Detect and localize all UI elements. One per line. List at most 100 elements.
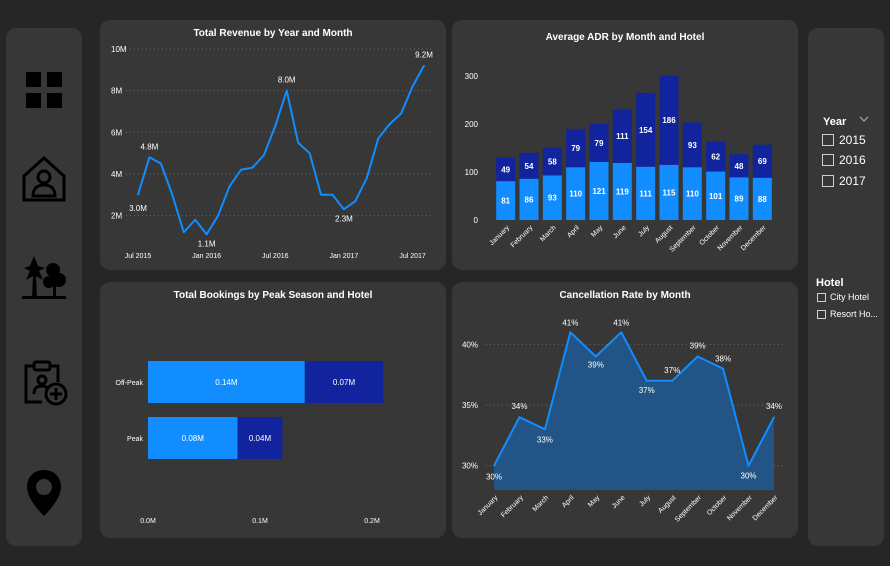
cancellation-point — [493, 464, 495, 467]
revenue-point — [320, 193, 322, 196]
cancellation-point — [696, 355, 699, 358]
hotel-option-resort[interactable]: Resort Ho... — [817, 309, 878, 319]
bar-value-label: 79 — [595, 139, 604, 148]
adr-chart-card: Average ADR by Month and Hotel 0 100 200 30… — [452, 20, 798, 270]
cancellation-point — [544, 428, 546, 431]
x-tick-label: February — [500, 494, 525, 519]
data-label: 33% — [537, 435, 553, 444]
revenue-point — [423, 64, 425, 67]
y-tick-label: 4M — [111, 170, 122, 179]
checkbox[interactable] — [817, 309, 826, 319]
revenue-line-chart[interactable]: 2M 4M 6M 8M 10M Jul 2015 Jan 2016 Jul 2016 Jan 2… — [100, 20, 446, 270]
revenue-point — [331, 193, 334, 196]
cancellation-area-chart[interactable]: 30% 35% 40% 30% 34% 33% 41% 39% 41% 37% 37% 39% 38% 3… — [452, 282, 798, 538]
chevron-down-icon[interactable] — [858, 112, 870, 130]
x-tick-label: June — [611, 494, 627, 510]
hotel-option-city[interactable]: City Hotel — [817, 292, 869, 302]
year-slicer-title: Year — [823, 116, 847, 128]
revenue-point — [400, 112, 402, 115]
bar-value-label: 81 — [501, 197, 510, 206]
hotel-slicer-title: Hotel — [816, 277, 844, 289]
x-tick-label: April — [566, 224, 581, 239]
x-tick-label: October — [699, 224, 722, 247]
revenue-point — [308, 152, 311, 154]
location-pin-icon[interactable] — [20, 468, 68, 516]
year-option-2015[interactable]: 2015 — [822, 133, 866, 147]
checkbox[interactable] — [822, 154, 834, 166]
revenue-line — [137, 65, 425, 236]
y-tick-label: 0 — [474, 216, 479, 225]
bar-value-label: 121 — [592, 187, 606, 196]
resort-trees-icon[interactable] — [20, 252, 68, 300]
y-tick-label: 8M — [111, 87, 122, 96]
x-tick-label: July — [637, 224, 651, 238]
booking-clipboard-add-icon[interactable] — [20, 358, 68, 406]
revenue-point — [274, 125, 277, 127]
bookings-chart-card: Total Bookings by Peak Season and Hotel … — [100, 282, 446, 538]
checkbox[interactable] — [822, 175, 834, 187]
data-label: 2.3M — [335, 214, 353, 223]
revenue-point — [411, 85, 414, 88]
bar-value-label: 186 — [662, 116, 676, 125]
hotel-option-label: City Hotel — [830, 292, 870, 302]
x-tick-label: April — [561, 494, 576, 509]
bar-value-label: 154 — [639, 126, 653, 135]
data-label: 9.2M — [415, 51, 433, 60]
bar-value-label: 48 — [735, 162, 744, 171]
adr-stacked-bar-chart[interactable]: 0 100 200 300 81 49 January 86 54 February 93 58 Mar… — [452, 20, 798, 270]
x-tick-label: September — [674, 494, 704, 524]
data-label: 39% — [690, 342, 706, 351]
x-tick-label: February — [510, 224, 535, 249]
revenue-point — [171, 193, 174, 196]
x-tick-label: Jul 2015 — [125, 253, 152, 260]
bar-value-label: 86 — [525, 195, 534, 204]
data-label: 37% — [664, 366, 680, 375]
y-tick-label: 2M — [111, 212, 122, 221]
revenue-point — [263, 154, 265, 156]
data-label: 34% — [766, 402, 782, 411]
bar-value-label: 115 — [663, 188, 676, 197]
cancellation-point — [773, 416, 775, 418]
y-tick-label: 300 — [465, 72, 479, 81]
x-tick-label: August — [654, 224, 674, 244]
bar-value-label: 93 — [688, 141, 697, 150]
y-category-label: Peak — [127, 436, 143, 443]
cancellation-chart-card: Cancellation Rate by Month 30% 35% 40% 30% 3… — [452, 282, 798, 538]
data-label: 1.1M — [198, 239, 216, 248]
cancellation-point — [569, 331, 572, 334]
revenue-point — [285, 89, 288, 92]
revenue-point — [160, 162, 162, 165]
revenue-point — [297, 141, 299, 144]
revenue-point — [205, 233, 208, 236]
bar-value-label: 0.04M — [249, 434, 272, 443]
cancellation-point — [671, 380, 673, 382]
cancellation-point — [595, 355, 597, 358]
hotel-guest-icon[interactable] — [20, 154, 68, 202]
year-option-label: 2017 — [839, 174, 866, 188]
cancellation-point — [722, 367, 724, 370]
revenue-point — [148, 156, 151, 159]
y-category-label: Off-Peak — [116, 380, 144, 387]
y-tick-label: 10M — [111, 45, 127, 54]
data-label: 4.8M — [141, 142, 159, 151]
x-tick-label: December — [740, 224, 768, 252]
bar-value-label: 79 — [571, 144, 580, 153]
revenue-point — [240, 168, 242, 171]
revenue-point — [137, 193, 139, 196]
x-tick-label: Jan 2017 — [330, 253, 359, 260]
bar-value-label: 0.14M — [215, 378, 238, 387]
slicer-panel: Year 2015 2016 2017 Hotel City Hotel Res… — [808, 28, 884, 546]
y-tick-label: 200 — [465, 120, 479, 129]
year-option-2017[interactable]: 2017 — [822, 174, 866, 188]
dashboard-grid-icon[interactable] — [20, 66, 68, 114]
y-tick-label: 40% — [462, 340, 478, 349]
x-tick-label: July — [638, 494, 652, 508]
x-tick-label: May — [590, 224, 605, 239]
x-tick-label: June — [612, 224, 628, 240]
year-option-2016[interactable]: 2016 — [822, 153, 866, 167]
y-tick-label: 6M — [111, 128, 122, 137]
bookings-bar-chart[interactable]: Off-Peak 0.14M 0.07M Peak 0.08M 0.04M 0.0M 0.1M… — [100, 282, 446, 538]
bar-value-label: 111 — [639, 189, 652, 198]
checkbox[interactable] — [822, 134, 834, 146]
checkbox[interactable] — [817, 292, 826, 302]
